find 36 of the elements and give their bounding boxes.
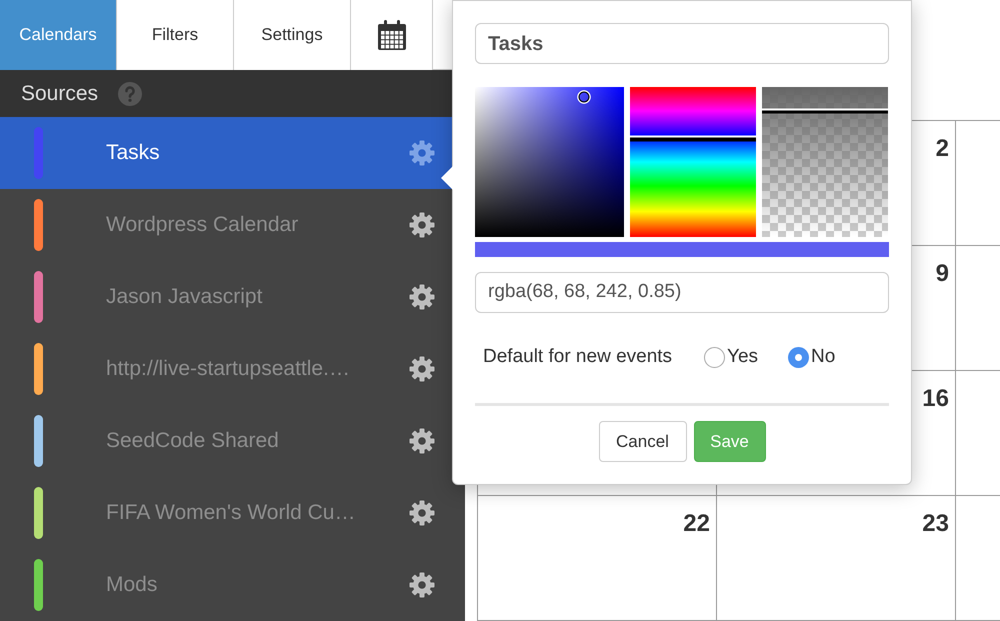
radio-button[interactable] [788,346,810,368]
radio-label[interactable]: No [811,342,836,372]
name-field[interactable]: Tasks [475,23,889,64]
radio-button[interactable] [704,346,726,368]
source-label: Tasks [106,140,161,166]
tab[interactable]: Filters [117,0,234,70]
tab[interactable]: Settings [234,0,351,70]
settings-icon[interactable] [409,284,435,310]
day-number: 22 [683,509,710,539]
day-number: 23 [922,509,949,539]
calendar-icon [376,19,406,51]
source-label: FIFA Women's World Cu… [106,500,356,526]
sources-heading: Sources [21,80,98,107]
day-number: 9 [936,259,949,289]
radio-label[interactable]: Yes [727,342,758,372]
source-label: Jason Javascript [106,284,264,310]
source-label: Mods [106,572,158,598]
calendar-tab[interactable] [351,0,433,70]
day-number: 2 [936,134,949,164]
tab[interactable]: Calendars [0,0,117,70]
source-label: Wordpress Calendar [106,212,300,238]
hue-slider[interactable] [630,87,756,237]
settings-icon[interactable] [409,212,435,238]
cancel-button[interactable]: Cancel [598,421,686,462]
settings-icon[interactable] [409,500,435,526]
settings-icon[interactable] [409,428,435,454]
settings-icon[interactable] [409,572,435,598]
slider-handle[interactable] [630,136,756,142]
default-label: Default for new events [483,344,672,369]
slider-handle[interactable] [762,108,888,114]
settings-icon[interactable] [409,356,435,382]
saturation-picker[interactable] [475,87,624,237]
color-field[interactable]: rgba(68, 68, 242, 0.85) [475,272,889,313]
day-number: 16 [922,384,949,414]
source-label: SeedCode Shared [106,428,280,454]
source-label: http://live-startupseattle.… [106,356,351,382]
